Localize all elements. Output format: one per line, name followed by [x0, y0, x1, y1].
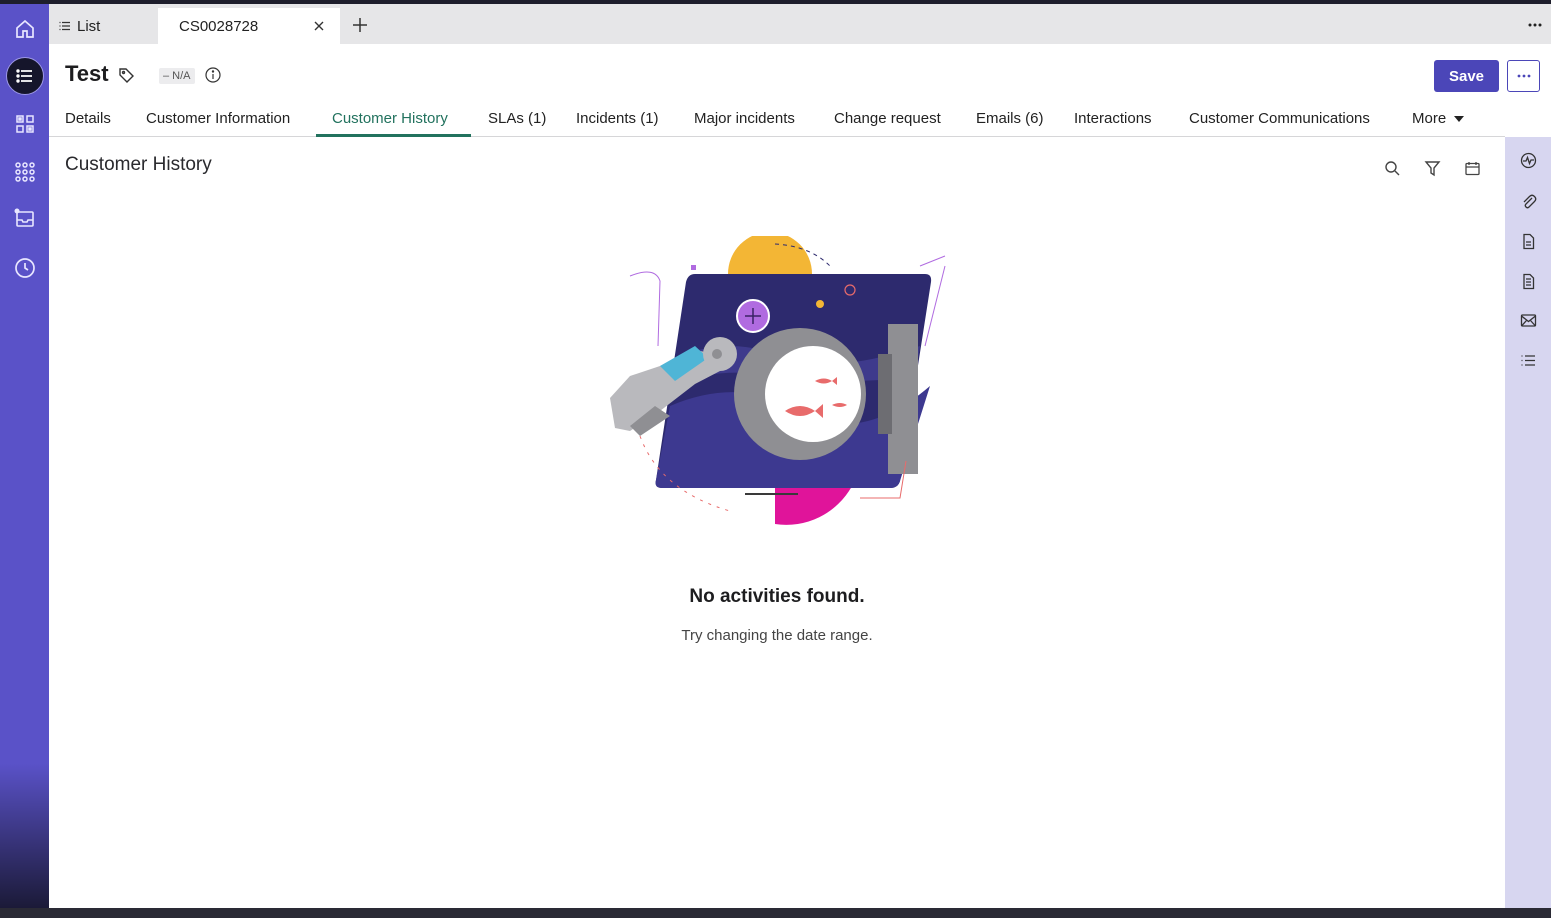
empty-state-title: No activities found.: [689, 586, 865, 607]
active-tab-indicator: [316, 134, 471, 137]
tab-more-label: More: [1412, 110, 1447, 127]
tab-customer-history[interactable]: Customer History: [332, 110, 448, 127]
tab-details[interactable]: Details: [65, 110, 111, 127]
list-icon[interactable]: [6, 57, 44, 95]
home-icon[interactable]: [5, 9, 45, 49]
history-icon[interactable]: [5, 248, 45, 288]
tab-incidents[interactable]: Incidents (1): [576, 110, 659, 127]
calendar-icon[interactable]: [1464, 160, 1481, 177]
tab-list[interactable]: List: [49, 8, 157, 44]
tab-record[interactable]: CS0028728: [158, 8, 340, 44]
save-button[interactable]: Save: [1434, 60, 1499, 92]
tab-customer-communications[interactable]: Customer Communications: [1189, 110, 1370, 127]
filter-icon[interactable]: [1424, 160, 1441, 177]
attachment-icon[interactable]: [1520, 193, 1537, 210]
tab-customer-information[interactable]: Customer Information: [146, 110, 290, 127]
empty-state-subtitle: Try changing the date range.: [681, 627, 873, 644]
left-nav-rail: [0, 4, 49, 908]
tab-list-label: List: [77, 17, 101, 35]
tab-strip: List CS0028728: [49, 4, 1551, 44]
info-icon[interactable]: [205, 67, 221, 83]
window-bottom-border: [0, 908, 1551, 918]
record-title: Test: [65, 61, 109, 86]
more-options-icon[interactable]: [1527, 17, 1543, 31]
tab-change-request[interactable]: Change request: [834, 110, 941, 127]
tag-icon[interactable]: [118, 67, 135, 84]
inbox-icon[interactable]: [5, 198, 45, 238]
search-icon[interactable]: [1384, 160, 1401, 177]
tab-more[interactable]: More: [1412, 110, 1465, 127]
right-side-rail: [1505, 137, 1551, 908]
record-tabs: Details Customer Information Customer Hi…: [49, 100, 1505, 137]
list-icon[interactable]: [1520, 352, 1537, 369]
record-icon[interactable]: [1520, 273, 1537, 290]
empty-state-illustration: [610, 236, 946, 525]
email-icon[interactable]: [1520, 312, 1537, 329]
add-tab-icon[interactable]: [349, 14, 371, 36]
caret-down-icon: [1454, 115, 1465, 122]
document-icon[interactable]: [1520, 233, 1537, 250]
tab-major-incidents[interactable]: Major incidents: [694, 110, 795, 127]
tab-interactions[interactable]: Interactions: [1074, 110, 1152, 127]
tab-slas[interactable]: SLAs (1): [488, 110, 546, 127]
tab-emails[interactable]: Emails (6): [976, 110, 1044, 127]
close-icon[interactable]: [310, 17, 328, 35]
more-actions-button[interactable]: [1507, 60, 1540, 92]
section-title: Customer History: [65, 154, 212, 175]
workspace-icon[interactable]: [5, 104, 45, 144]
apps-icon[interactable]: [5, 152, 45, 192]
status-badge: – N/A: [159, 68, 195, 84]
more-icon: [1517, 74, 1530, 78]
activity-icon[interactable]: [1520, 152, 1537, 169]
tab-record-label: CS0028728: [179, 17, 259, 35]
list-icon: [59, 21, 70, 31]
